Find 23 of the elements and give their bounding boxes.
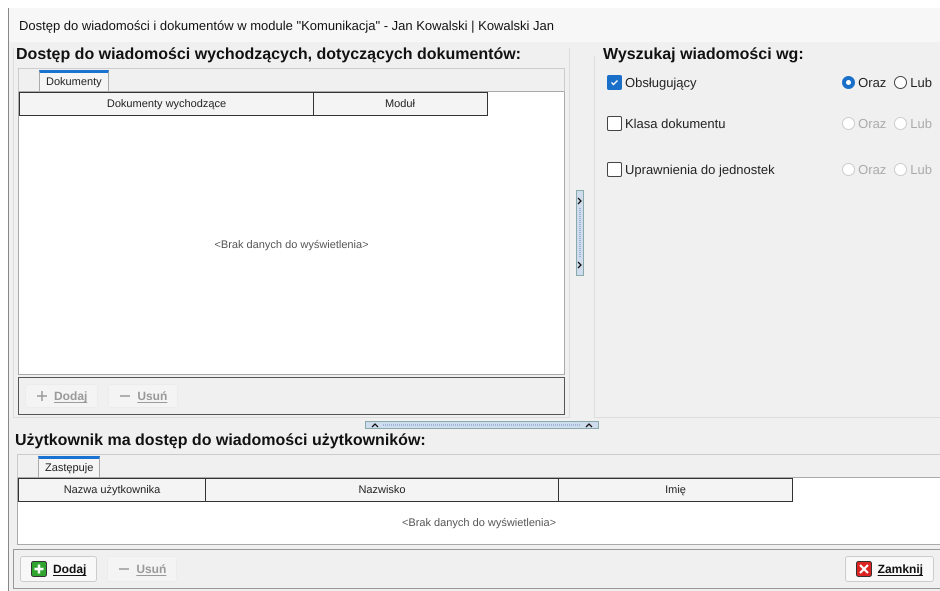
column-header[interactable]: Dokumenty wychodzące xyxy=(19,92,314,116)
empty-message: <Brak danych do wyświetlenia> xyxy=(402,517,556,529)
column-header[interactable]: Nazwa użytkownika xyxy=(18,478,206,502)
window-title: Dostęp do wiadomości i dokumentów w module "Komunikacja" - Jan Kowalski | Kowalski Jan xyxy=(19,18,554,32)
check-icon xyxy=(610,78,619,86)
column-header[interactable]: Nazwisko xyxy=(204,478,560,502)
criterion-checkbox[interactable]: Klasa dokumentu xyxy=(607,116,834,130)
column-header[interactable]: Moduł xyxy=(312,92,488,116)
splitter-handle[interactable] xyxy=(576,190,584,276)
radio-option[interactable]: Lub xyxy=(894,74,932,90)
empty-message: <Brak danych do wyświetlenia> xyxy=(214,239,369,251)
tab[interactable]: Dokumenty xyxy=(39,70,109,91)
tab[interactable]: Zastępuje xyxy=(38,456,100,477)
column-header[interactable]: Imię xyxy=(558,478,793,502)
criterion-checkbox[interactable]: Obsługujący xyxy=(607,74,834,90)
add-button[interactable]: Dodaj xyxy=(20,556,98,582)
plus-icon xyxy=(36,390,48,402)
splitter-handle[interactable] xyxy=(365,421,599,429)
radio-option[interactable]: Oraz xyxy=(842,74,886,90)
plus-icon xyxy=(31,561,47,577)
criterion-checkbox[interactable]: Uprawnienia do jednostek xyxy=(607,162,834,176)
close-icon xyxy=(856,561,872,577)
close-button[interactable]: Zamknij xyxy=(844,556,934,582)
